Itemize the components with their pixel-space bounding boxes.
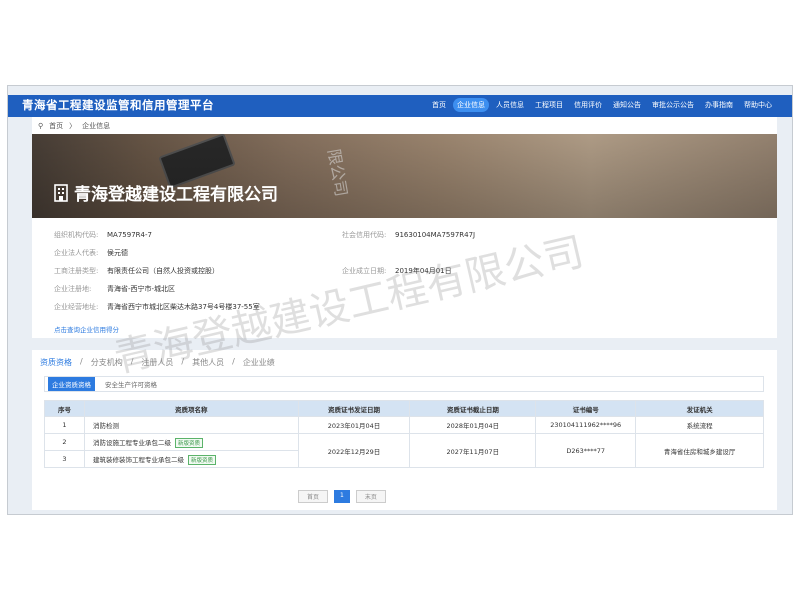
company-name: 青海登越建设工程有限公司 <box>74 185 278 205</box>
reg-place: 青海省-西宁市-城北区 <box>107 285 176 293</box>
address: 青海省西宁市城北区柴达木路37号4号楼37-55室 <box>107 303 260 311</box>
table-row: 1 消防检测 2023年01月04日 2028年01月04日 230104111… <box>44 416 764 434</box>
nav-personnel[interactable]: 人员信息 <box>492 98 528 112</box>
subtab-safety-license[interactable]: 安全生产许可资格 <box>101 377 161 391</box>
tab-qualifications[interactable]: 资质资格 <box>40 357 72 368</box>
sub-tabs: 企业资质资格 安全生产许可资格 <box>44 376 764 392</box>
tab-separator: / <box>181 357 185 366</box>
company-info-panel: 组织机构代码: MA7597R4-7 社会信用代码: 91630104MA7597R… <box>32 218 777 338</box>
credit-score-link[interactable]: 点击查询企业信用得分 <box>54 324 119 334</box>
company-banner: 青海登越建设工程有限公司 <box>32 134 777 218</box>
breadcrumb: ⚲ 首页 〉 企业信息 <box>32 117 777 134</box>
nav-enterprise[interactable]: 企业信息 <box>453 98 489 112</box>
qualifications-panel: 资质资格 / 分支机构 / 注册人员 / 其他人员 / 企业业绩 企业资质资格 … <box>32 350 777 510</box>
tab-separator: / <box>130 357 134 366</box>
header-cert-no: 证书编号 <box>535 400 637 417</box>
top-navigation-bar: 青海省工程建设监管和信用管理平台 首页 企业信息 人员信息 工程项目 信用评价 … <box>8 95 792 117</box>
credit-code: 91630104MA7597R47J <box>395 231 476 239</box>
est-date-row: 企业成立日期: 2019年04月01日 <box>342 267 452 275</box>
subtab-enterprise-qualification[interactable]: 企业资质资格 <box>48 377 95 391</box>
nav-credit[interactable]: 信用评价 <box>570 98 606 112</box>
location-pin-icon: ⚲ <box>38 121 44 130</box>
legal-rep: 侯元德 <box>107 249 128 257</box>
new-qualification-badge: 新版资质 <box>187 454 216 465</box>
nav-home[interactable]: 首页 <box>428 98 450 112</box>
company-title: 青海登越建设工程有限公司 <box>54 180 278 205</box>
last-page-button[interactable]: 末页 <box>355 490 386 503</box>
header-expire-date: 资质证书截止日期 <box>409 400 537 417</box>
breadcrumb-separator: 〉 <box>69 121 77 130</box>
credit-code-row: 社会信用代码: 91630104MA7597R47J <box>342 231 476 239</box>
reg-place-row: 企业注册地: 青海省-西宁市-城北区 <box>54 285 176 293</box>
org-code-row: 组织机构代码: MA7597R4-7 <box>54 231 152 239</box>
nav-notices[interactable]: 通知公告 <box>609 98 645 112</box>
header-name: 资质项名称 <box>83 400 299 417</box>
qualification-table: 序号 资质项名称 资质证书发证日期 资质证书截止日期 证书编号 发证机关 1 消… <box>44 400 764 468</box>
breadcrumb-current: 企业信息 <box>82 121 111 130</box>
org-code: MA7597R4-7 <box>107 231 152 239</box>
tab-branches[interactable]: 分支机构 <box>91 357 123 368</box>
reg-type: 有限责任公司（自然人投资或控股） <box>107 267 219 275</box>
main-nav: 首页 企业信息 人员信息 工程项目 信用评价 通知公告 审批公示公告 办事指南 … <box>428 98 776 112</box>
header-no: 序号 <box>44 400 85 417</box>
breadcrumb-home[interactable]: 首页 <box>49 121 63 131</box>
building-icon <box>54 183 68 202</box>
pagination: 首页 1 末页 <box>298 490 386 503</box>
nav-projects[interactable]: 工程项目 <box>531 98 567 112</box>
tab-registered-staff[interactable]: 注册人员 <box>141 357 173 368</box>
tab-separator: / <box>232 357 235 366</box>
header-issue-date: 资质证书发证日期 <box>297 400 411 417</box>
table-row: 2 消防设施工程专业承包二级 新版资质 2022年12月29日 2027年11月0… <box>44 433 764 468</box>
address-row: 企业经营地址: 青海省西宁市城北区柴达木路37号4号楼37-55室 <box>54 303 260 311</box>
new-qualification-badge: 新版资质 <box>174 437 203 448</box>
tab-separator: / <box>80 357 83 366</box>
browser-frame: 青海省工程建设监管和信用管理平台 首页 企业信息 人员信息 工程项目 信用评价 … <box>7 85 793 515</box>
tab-other-staff[interactable]: 其他人员 <box>192 357 224 368</box>
first-page-button[interactable]: 首页 <box>298 490 329 503</box>
reg-type-row: 工商注册类型: 有限责任公司（自然人投资或控股） <box>54 267 219 275</box>
site-title: 青海省工程建设监管和信用管理平台 <box>22 98 214 112</box>
est-date: 2019年04月01日 <box>395 267 452 275</box>
legal-rep-row: 企业法人代表: 侯元德 <box>54 249 128 257</box>
nav-guide[interactable]: 办事指南 <box>701 98 737 112</box>
tab-performance[interactable]: 企业业绩 <box>243 357 275 368</box>
qualification-tabs: 资质资格 / 分支机构 / 注册人员 / 其他人员 / 企业业绩 <box>40 357 275 368</box>
current-page-button[interactable]: 1 <box>334 490 350 503</box>
table-header-row: 序号 资质项名称 资质证书发证日期 资质证书截止日期 证书编号 发证机关 <box>44 400 764 417</box>
nav-approvals[interactable]: 审批公示公告 <box>648 98 698 112</box>
header-authority: 发证机关 <box>635 400 764 417</box>
nav-help[interactable]: 帮助中心 <box>740 98 776 112</box>
